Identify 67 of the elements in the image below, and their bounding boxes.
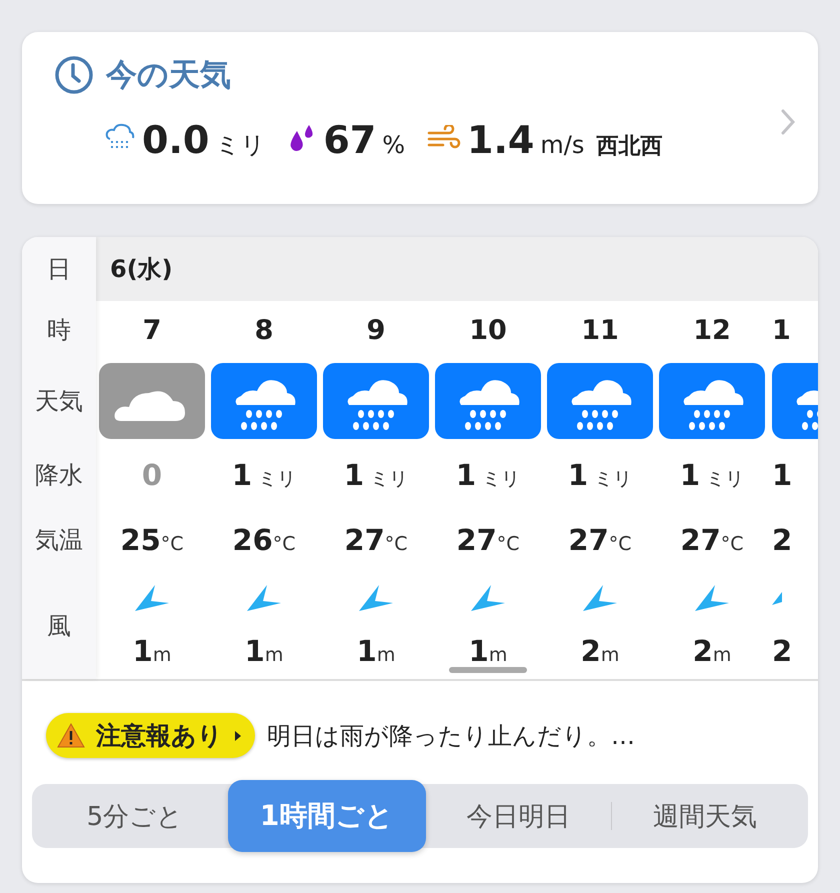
current-weather-card[interactable]: 今の天気 0.0 ミリ 67% 1.4 m/s 西北西: [22, 32, 818, 204]
arrow-icon: [357, 583, 395, 613]
hour-label: 7: [142, 314, 162, 346]
arrow-icon: [133, 583, 171, 613]
caret-icon: [233, 728, 243, 742]
arrow-icon: [245, 583, 283, 613]
row-label: 日: [47, 254, 71, 285]
wind-speed-cell: 1m: [132, 634, 172, 668]
wind-speed-cell: 2: [772, 634, 792, 668]
precipitation-cell: 1 ミリ: [456, 458, 520, 492]
row-label: 降水: [35, 460, 83, 491]
arrow-icon: [469, 583, 507, 613]
view-tab[interactable]: 今日明日: [426, 784, 612, 848]
rain-cloud-icon: [547, 363, 653, 439]
humidity-value: 67: [323, 118, 376, 162]
warning-icon: [56, 722, 86, 749]
wind-speed-cell: 1m: [244, 634, 284, 668]
row-label: 風: [47, 611, 71, 642]
wind-direction: 西北西: [596, 133, 662, 161]
precipitation-unit: ミリ: [215, 130, 266, 161]
warning-badge[interactable]: 注意報あり: [46, 713, 255, 758]
chevron-right-icon: [780, 108, 796, 136]
row-label: 天気: [35, 386, 83, 417]
wind-speed-unit: m/s: [540, 131, 584, 159]
clock-icon: [54, 55, 94, 95]
view-tab[interactable]: 5分ごと: [42, 784, 228, 848]
humidity-unit: %: [382, 131, 406, 159]
row-label: 時: [47, 315, 71, 346]
card-title: 今の天気: [106, 56, 231, 95]
rain-cloud-icon: [659, 363, 765, 439]
precipitation-cell: 1: [772, 458, 792, 492]
wind-speed-cell: 2 m: [580, 634, 620, 668]
wind-speed-cell: 1m: [356, 634, 396, 668]
hour-label: 12: [693, 314, 731, 346]
precipitation-cell: 1 ミリ: [680, 458, 744, 492]
temperature-cell: 27°C: [344, 523, 408, 557]
arrow-icon: [581, 583, 619, 613]
precipitation-cell: 0: [142, 458, 162, 492]
precipitation-value: 0.0: [142, 118, 210, 162]
precipitation-cell: 1 ミリ: [568, 458, 632, 492]
wind-speed-value: 1.4: [467, 118, 534, 162]
temperature-cell: 2: [772, 523, 792, 557]
temperature-cell: 25°C: [120, 523, 184, 557]
temperature-cell: 27°C: [456, 523, 520, 557]
date-label: 6(水): [110, 254, 173, 285]
hour-label: 11: [581, 314, 619, 346]
precipitation-cell: 1 ミリ: [232, 458, 296, 492]
hour-label: 9: [366, 314, 386, 346]
hour-label: 10: [469, 314, 507, 346]
temperature-cell: 27°C: [680, 523, 744, 557]
rain-cloud-icon: [435, 363, 541, 439]
precipitation-cell: 1 ミリ: [344, 458, 408, 492]
hour-label: 8: [254, 314, 274, 346]
cloud-icon: [99, 363, 205, 439]
alert-message: 明日は雨が降ったり止んだり。…: [267, 720, 635, 752]
view-tab[interactable]: 週間天気: [612, 784, 798, 848]
wind-speed-cell: 1m: [468, 634, 508, 668]
hour-label: 1: [772, 314, 791, 346]
rain-cloud-icon: [323, 363, 429, 439]
temperature-cell: 27°C: [568, 523, 632, 557]
arrow-icon: [693, 583, 731, 613]
wind-speed-cell: 2 m: [692, 634, 732, 668]
temperature-cell: 26°C: [232, 523, 296, 557]
rain-cloud-icon: [211, 363, 317, 439]
view-tab[interactable]: 1時間ごと: [228, 780, 426, 852]
arrow-icon: [772, 591, 782, 605]
row-label: 気温: [35, 525, 83, 556]
